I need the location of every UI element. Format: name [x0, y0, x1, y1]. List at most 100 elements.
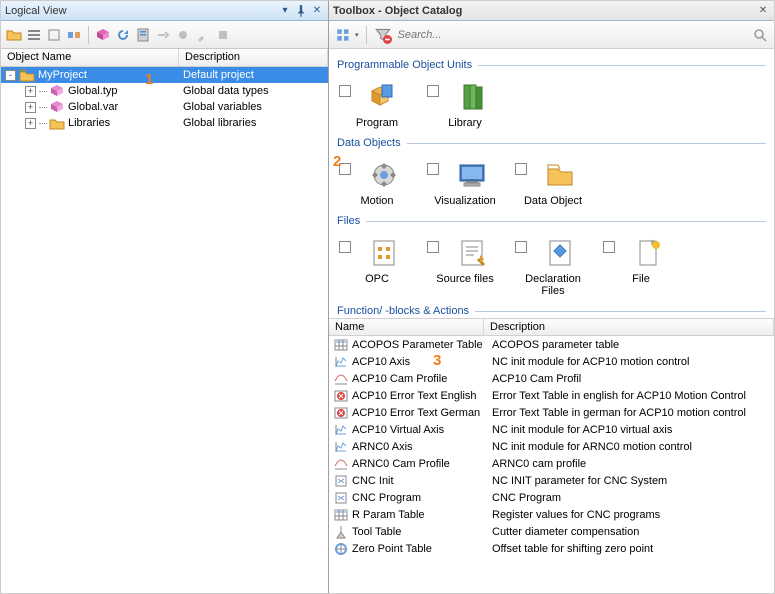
list-icon[interactable]	[25, 26, 43, 44]
cnc-icon	[333, 490, 349, 506]
logical-view-header: Logical View ▾ ✕	[1, 1, 328, 21]
close-icon[interactable]: ✕	[310, 4, 324, 18]
list-row[interactable]: ACP10 Error Text GermanError Text Table …	[329, 404, 774, 421]
transfer-icon[interactable]	[154, 26, 172, 44]
typ-icon	[49, 83, 65, 99]
toolbox-list[interactable]: ACOPOS Parameter TableACOPOS parameter t…	[329, 336, 774, 593]
err-icon	[333, 388, 349, 404]
item-checkbox[interactable]	[515, 241, 527, 253]
file-icon	[632, 237, 664, 269]
list-row[interactable]: Zero Point TableOffset table for shiftin…	[329, 540, 774, 557]
list-item-name: ACP10 Error Text German	[352, 407, 488, 419]
list-row[interactable]: ARNC0 AxisNC init module for ARNC0 motio…	[329, 438, 774, 455]
col-object-name[interactable]: Object Name	[1, 49, 179, 66]
axis-icon	[333, 422, 349, 438]
item-label: Library	[448, 117, 482, 129]
search-input[interactable]	[396, 27, 748, 43]
item-label: Motion	[360, 195, 393, 207]
list-item-name: ARNC0 Axis	[352, 441, 488, 453]
catalog-item-motion[interactable]: Motion	[337, 155, 417, 209]
toolbox-header: Toolbox - Object Catalog ✕	[329, 1, 774, 21]
prop-icon[interactable]	[94, 26, 112, 44]
list-item-name: Tool Table	[352, 526, 488, 538]
new-folder-icon[interactable]	[5, 26, 23, 44]
expander-icon[interactable]: +	[25, 86, 36, 97]
catalog-groups: Programmable Object Units Program Library D…	[329, 49, 774, 318]
catalog-item-program[interactable]: Program	[337, 77, 417, 131]
list-item-desc: ACP10 Cam Profil	[488, 373, 774, 385]
build-icon[interactable]	[134, 26, 152, 44]
list-item-name: CNC Program	[352, 492, 488, 504]
expander-icon[interactable]: +	[25, 118, 36, 129]
catalog-item-source[interactable]: Source files	[425, 233, 505, 299]
library-icon	[456, 81, 488, 113]
list-row[interactable]: ACP10 Error Text EnglishError Text Table…	[329, 387, 774, 404]
catalog-item-opc[interactable]: OPC	[337, 233, 417, 299]
list-row[interactable]: ACP10 Virtual AxisNC init module for ACP…	[329, 421, 774, 438]
tree-item-desc: Global variables	[183, 101, 262, 113]
catalog-item-library[interactable]: Library	[425, 77, 505, 131]
item-checkbox[interactable]	[427, 241, 439, 253]
list-row[interactable]: CNC ProgramCNC Program	[329, 489, 774, 506]
item-checkbox[interactable]	[339, 241, 351, 253]
group-label: Data Objects	[337, 137, 401, 149]
cam-icon	[333, 456, 349, 472]
decl-icon	[544, 237, 576, 269]
tool3-icon[interactable]	[214, 26, 232, 44]
assign-icon[interactable]	[65, 26, 83, 44]
tree-item-var[interactable]: +Global.varGlobal variables	[1, 99, 328, 115]
tree-item-typ[interactable]: +Global.typGlobal data types	[1, 83, 328, 99]
close-icon[interactable]: ✕	[756, 4, 770, 18]
object-tree[interactable]: -MyProjectDefault project+Global.typGlob…	[1, 67, 328, 593]
list-item-name: ACOPOS Parameter Table	[352, 339, 488, 351]
item-checkbox[interactable]	[515, 163, 527, 175]
list-row[interactable]: ARNC0 Cam ProfileARNC0 cam profile	[329, 455, 774, 472]
catalog-item-dataobject[interactable]: Data Object	[513, 155, 593, 209]
catalog-item-visualization[interactable]: Visualization	[425, 155, 505, 209]
item-checkbox[interactable]	[427, 85, 439, 97]
list-item-desc: NC init module for ACP10 virtual axis	[488, 424, 774, 436]
group-label: Programmable Object Units	[337, 59, 472, 71]
list-item-desc: Cutter diameter compensation	[488, 526, 774, 538]
separator	[366, 26, 367, 44]
tree-item-desc: Global data types	[183, 85, 269, 97]
list-row[interactable]: ACP10 AxisNC init module for ACP10 motio…	[329, 353, 774, 370]
pin-icon[interactable]	[294, 4, 308, 18]
item-checkbox[interactable]	[339, 85, 351, 97]
col-description[interactable]: Description	[179, 49, 328, 66]
list-row[interactable]: ACOPOS Parameter TableACOPOS parameter t…	[329, 336, 774, 353]
clear-filter-icon[interactable]	[374, 26, 392, 44]
logical-view-title: Logical View	[5, 5, 276, 17]
refresh-icon[interactable]	[114, 26, 132, 44]
item-label: Data Object	[524, 195, 582, 207]
list-row[interactable]: ACP10 Cam ProfileACP10 Cam Profil	[329, 370, 774, 387]
list-row[interactable]: CNC InitNC INIT parameter for CNC System	[329, 472, 774, 489]
list-item-name: ARNC0 Cam Profile	[352, 458, 488, 470]
expander-icon[interactable]: +	[25, 102, 36, 113]
list-col-name[interactable]: Name	[329, 319, 484, 335]
box-icon[interactable]	[45, 26, 63, 44]
list-row[interactable]: R Param TableRegister values for CNC pro…	[329, 506, 774, 523]
chevron-down-icon[interactable]: ▾	[355, 31, 359, 39]
list-item-desc: Error Text Table in english for ACP10 Mo…	[488, 390, 774, 402]
search-icon[interactable]	[752, 27, 768, 43]
filter-icon[interactable]	[335, 26, 353, 44]
tree-item-label: Libraries	[68, 117, 110, 129]
tool1-icon[interactable]	[174, 26, 192, 44]
item-checkbox[interactable]	[427, 163, 439, 175]
tree-item-label: MyProject	[38, 69, 87, 81]
expander-icon[interactable]: -	[5, 70, 16, 81]
tree-item-root[interactable]: -MyProjectDefault project	[1, 67, 328, 83]
catalog-item-file[interactable]: File	[601, 233, 681, 299]
list-item-name: ACP10 Axis	[352, 356, 488, 368]
list-item-name: ACP10 Error Text English	[352, 390, 488, 402]
item-checkbox[interactable]	[603, 241, 615, 253]
project-icon	[19, 67, 35, 83]
tree-item-lib[interactable]: +LibrariesGlobal libraries	[1, 115, 328, 131]
list-col-desc[interactable]: Description	[484, 319, 774, 335]
dropdown-icon[interactable]: ▾	[278, 4, 292, 18]
group-label: Function/ -blocks & Actions	[337, 305, 469, 317]
tool2-icon[interactable]	[194, 26, 212, 44]
list-row[interactable]: Tool TableCutter diameter compensation	[329, 523, 774, 540]
catalog-item-decl[interactable]: Declaration Files	[513, 233, 593, 299]
